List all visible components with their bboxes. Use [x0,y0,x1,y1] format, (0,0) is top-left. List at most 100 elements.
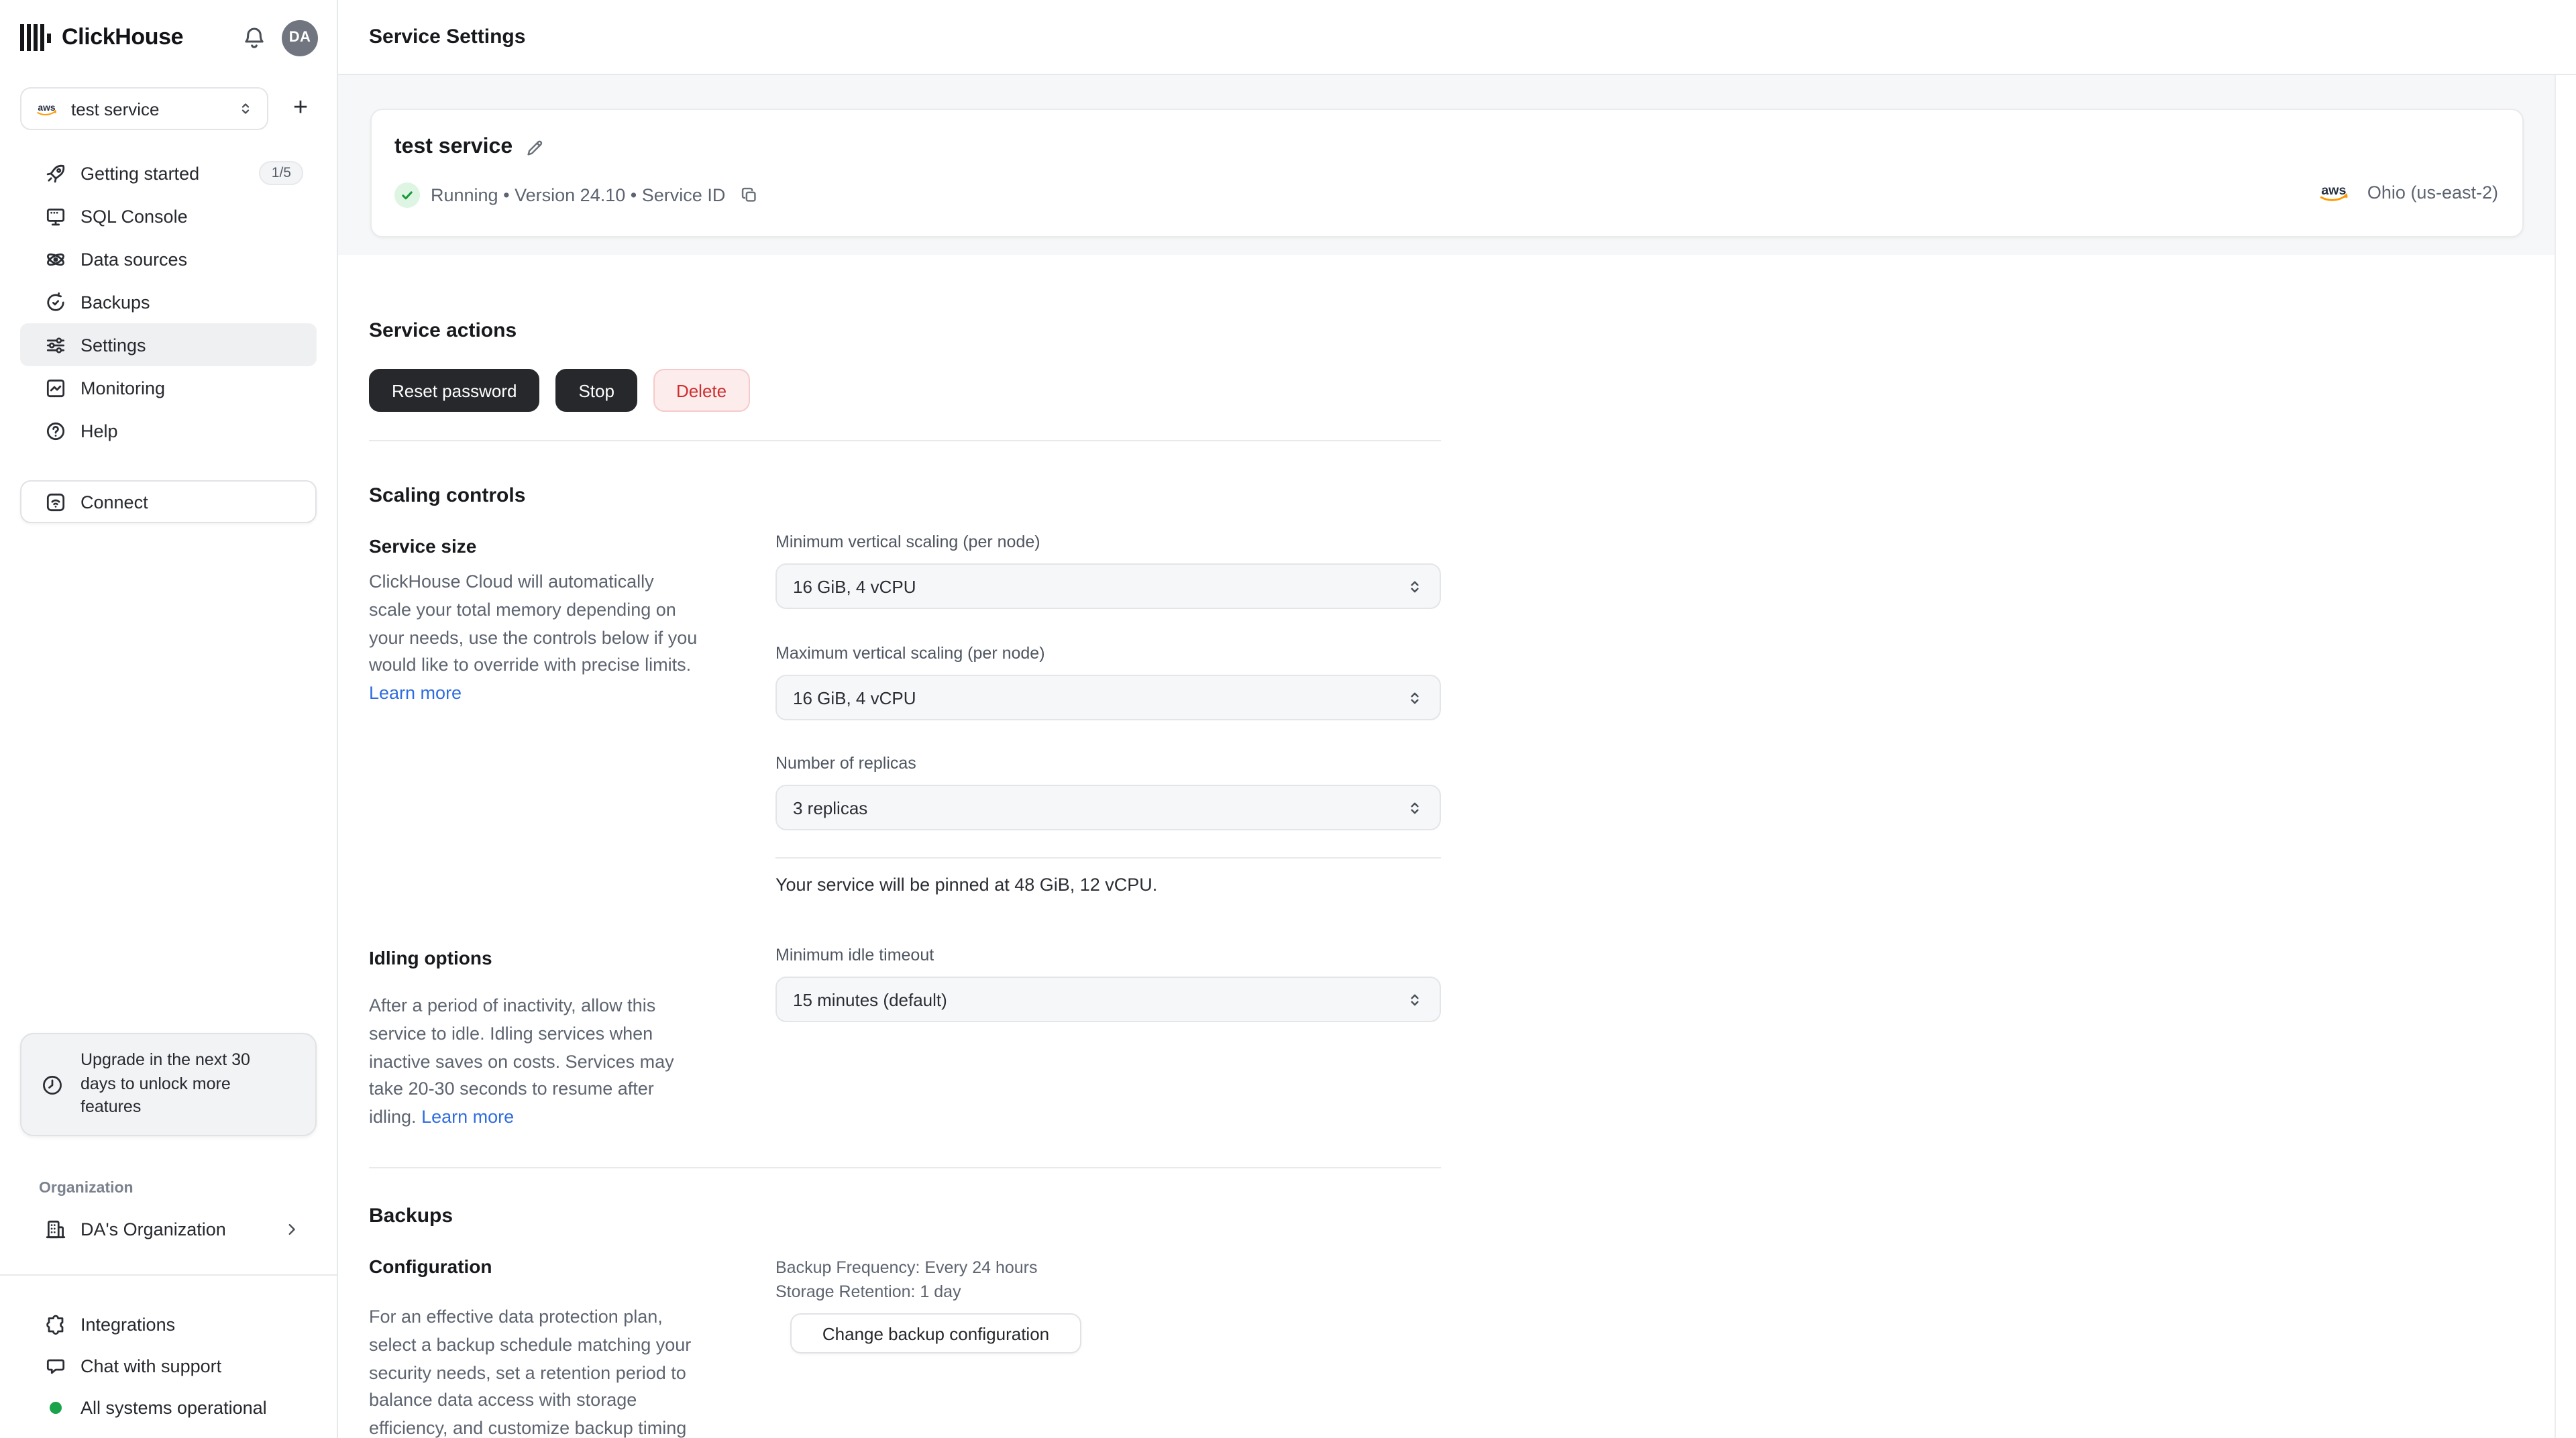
service-name: test service [394,135,513,158]
service-name-row: test service [394,135,545,160]
sidebar-item-label: SQL Console [80,206,188,226]
sidebar-item-label: Data sources [80,249,188,269]
chat-bubble-icon [46,1359,65,1374]
sidebar-item-help[interactable]: Help [20,409,317,452]
scaling-learn-more-link[interactable]: Learn more [369,683,462,703]
footer-item-label: Chat with support [80,1356,222,1376]
max-scaling-label: Maximum vertical scaling (per node) [775,644,1045,663]
sidebar-footer: Integrations Chat with support All syste… [20,1304,317,1429]
copy-service-id-button[interactable] [739,185,759,205]
sidebar-divider [0,1274,337,1276]
sidebar-item-settings[interactable]: Settings [20,323,317,366]
sidebar-nav: Getting started 1/5 SQL Console Data sou… [0,152,337,452]
scaling-controls-heading: Scaling controls [369,484,526,507]
clickhouse-logo-icon [20,24,51,51]
max-scaling-select[interactable]: 16 GiB, 4 vCPU [775,675,1441,720]
idling-learn-more-link[interactable]: Learn more [421,1107,514,1127]
edit-service-name-button[interactable] [525,137,545,158]
building-icon [46,1219,66,1238]
service-size-description: ClickHouse Cloud will automatically scal… [369,571,698,704]
clickhouse-cloud-app: ClickHouse DA aws test service + Getting… [0,0,2576,1438]
main-content: Service Settings test service Running • … [338,0,2576,1438]
selected-service-name: test service [71,99,160,119]
region-info: aws Ohio (us-east-2) [2318,181,2498,204]
sidebar-item-chat-support[interactable]: Chat with support [20,1345,317,1387]
upgrade-banner[interactable]: Upgrade in the next 30 days to unlock mo… [20,1033,317,1136]
service-status-text: Running • Version 24.10 • Service ID [431,185,726,205]
svg-text:aws: aws [2322,183,2347,198]
avatar[interactable]: DA [282,19,318,56]
svg-text:aws: aws [38,101,56,112]
sidebar-item-label: Getting started [80,163,200,183]
page-header: Service Settings [338,0,2576,75]
service-size-heading: Service size [369,535,477,557]
pencil-icon [527,140,543,155]
sidebar-item-getting-started[interactable]: Getting started 1/5 [20,152,317,195]
clock-icon [43,1075,62,1094]
system-status-link[interactable]: All systems operational [20,1387,317,1429]
aws-icon: aws [2320,183,2349,201]
aws-icon: aws [37,101,57,115]
chevron-up-down-icon [1406,989,1424,1009]
organization-name: DA's Organization [80,1219,226,1239]
add-service-button[interactable]: + [283,91,318,126]
logo-text: ClickHouse [62,24,184,50]
console-icon [46,207,65,225]
stop-button[interactable]: Stop [555,369,637,412]
replicas-label: Number of replicas [775,754,916,773]
idling-description: After a period of inactivity, allow this… [369,995,674,1127]
puzzle-icon [46,1315,64,1335]
service-status-row: Running • Version 24.10 • Service ID [394,182,759,208]
status-green-dot-icon [50,1402,62,1414]
service-actions-heading: Service actions [369,319,517,342]
backup-description: For an effective data protection plan, s… [369,1307,692,1438]
upgrade-text: Upgrade in the next 30 days to unlock mo… [80,1050,250,1117]
chevron-up-down-icon [237,99,254,118]
sidebar-item-backups[interactable]: Backups [20,280,317,323]
backups-heading: Backups [369,1205,453,1227]
footer-item-label: Integrations [80,1315,176,1335]
sidebar-item-data-sources[interactable]: Data sources [20,237,317,280]
chevron-up-down-icon [1406,687,1424,708]
sliders-icon [46,337,65,353]
organization-section-label: Organization [39,1180,133,1197]
sidebar-item-label: Help [80,421,118,441]
chevron-up-down-icon [1406,576,1424,596]
service-actions-buttons: Reset password Stop Delete [369,369,750,412]
sidebar-item-monitoring[interactable]: Monitoring [20,366,317,409]
sidebar-item-label: Backups [80,292,150,312]
idle-timeout-select[interactable]: 15 minutes (default) [775,977,1441,1022]
backup-frequency: Backup Frequency: Every 24 hours [775,1258,1038,1277]
delete-button[interactable]: Delete [653,369,750,412]
scaling-subdivider [775,857,1441,859]
organization-row[interactable]: DA's Organization [20,1207,317,1250]
running-check-icon [394,182,420,208]
monitoring-chart-icon [46,378,65,397]
service-selector[interactable]: aws test service [20,87,268,130]
connect-button[interactable]: Connect [20,480,317,523]
connect-wrap: Connect [0,452,337,523]
system-status-label: All systems operational [80,1398,267,1418]
service-card: test service Running • Version 24.10 • S… [370,109,2524,237]
storage-retention: Storage Retention: 1 day [775,1282,961,1301]
connect-label: Connect [80,492,148,512]
sidebar-item-sql-console[interactable]: SQL Console [20,195,317,237]
scrollbar[interactable] [2555,75,2576,1438]
replicas-select[interactable]: 3 replicas [775,785,1441,830]
sidebar-header: ClickHouse DA [0,0,337,75]
min-scaling-select[interactable]: 16 GiB, 4 vCPU [775,563,1441,609]
idle-timeout-label: Minimum idle timeout [775,946,934,964]
change-backup-configuration-button[interactable]: Change backup configuration [790,1313,1081,1353]
notifications-bell-icon[interactable] [239,23,268,52]
region-label: Ohio (us-east-2) [2367,182,2498,203]
sidebar-item-integrations[interactable]: Integrations [20,1304,317,1345]
copy-icon [741,187,755,202]
pinned-note: Your service will be pinned at 48 GiB, 1… [775,875,1158,895]
service-selector-row: aws test service + [0,75,337,130]
backup-configuration-heading: Configuration [369,1256,492,1277]
sidebar-item-label: Settings [80,335,146,355]
chevron-right-icon [283,1220,301,1237]
reset-password-button[interactable]: Reset password [369,369,540,412]
section-divider [369,440,1441,441]
